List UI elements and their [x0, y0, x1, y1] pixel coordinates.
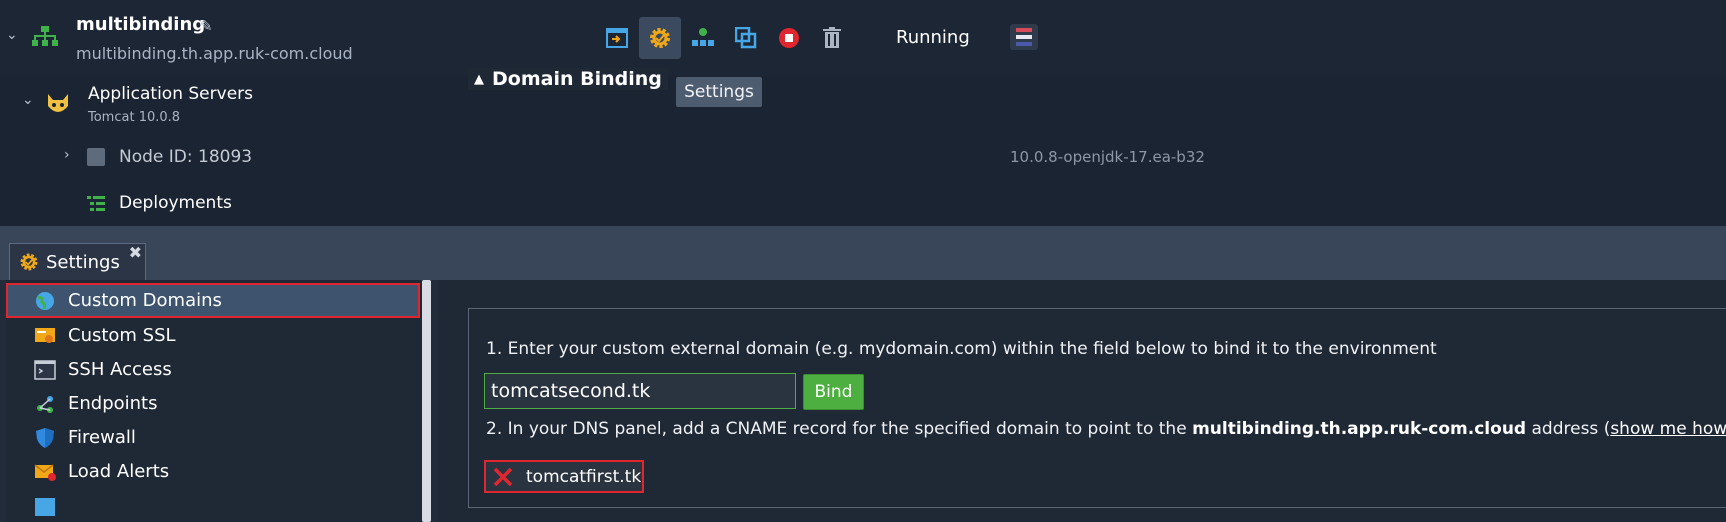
delete-button[interactable] — [811, 17, 853, 59]
collapse-triangle-icon[interactable]: ▲ — [474, 72, 484, 87]
sidebar-item-label: Firewall — [68, 427, 136, 448]
deploy-icon — [606, 28, 628, 48]
layer-name[interactable]: Application Servers — [88, 84, 253, 104]
sidebar-item-custom-domains[interactable]: Custom Domains — [6, 283, 420, 318]
domain-input[interactable] — [484, 373, 796, 409]
deployments-list-icon — [87, 196, 105, 211]
trash-icon — [823, 27, 841, 48]
domain-binding-title: Domain Binding — [492, 68, 662, 90]
chevron-down-icon[interactable]: ⌄ — [6, 27, 18, 43]
environment-toolbar — [596, 16, 854, 60]
sidebar-item-custom-ssl[interactable]: Custom SSL — [6, 318, 420, 353]
sidebar-item-label: Load Alerts — [68, 461, 170, 482]
scaling-icon — [34, 494, 56, 516]
step2-domain: multibinding.th.app.ruk-com.cloud — [1192, 419, 1527, 439]
node-id[interactable]: Node ID: 18093 — [119, 147, 252, 167]
sidebar-item-label: Custom SSL — [68, 325, 176, 346]
step1-instructions: 1. Enter your custom external domain (e.… — [486, 339, 1437, 359]
sidebar-item-partial[interactable] — [6, 488, 420, 522]
sidebar-item-ssh-access[interactable]: SSH Access — [6, 352, 420, 387]
edit-pencil-icon[interactable]: ✎ — [200, 17, 213, 35]
sidebar-scrollbar[interactable] — [422, 280, 431, 522]
sidebar-item-load-alerts[interactable]: Load Alerts — [6, 454, 420, 489]
show-me-how-link[interactable]: show me how — [1610, 419, 1726, 439]
mail-alert-icon — [34, 461, 56, 483]
close-icon[interactable]: ✖ — [129, 243, 142, 262]
globe-icon — [34, 290, 56, 312]
certificate-icon — [34, 325, 56, 347]
settings-tooltip: Settings — [676, 77, 762, 107]
environment-status: Running — [896, 27, 970, 48]
stop-icon — [779, 28, 799, 48]
chevron-right-icon[interactable]: › — [64, 147, 70, 163]
sidebar-item-label: Endpoints — [68, 393, 158, 414]
environment-name: multibinding — [76, 14, 206, 35]
clone-icon — [735, 27, 757, 49]
node-version: 10.0.8-openjdk-17.ea-b32 — [1010, 148, 1205, 166]
sidebar-item-label: SSH Access — [68, 359, 172, 380]
settings-gear-icon — [20, 253, 38, 271]
sidebar-item-endpoints[interactable]: Endpoints — [6, 386, 420, 421]
node-icon — [87, 148, 105, 166]
tab-settings-label: Settings — [46, 251, 120, 273]
deployments-item[interactable]: Deployments — [119, 193, 232, 213]
region-flag-icon[interactable] — [1010, 24, 1038, 50]
bind-button[interactable]: Bind — [803, 374, 864, 410]
topology-button[interactable] — [682, 17, 724, 59]
chevron-down-icon[interactable]: ⌄ — [22, 92, 34, 108]
bound-domain-label: tomcatfirst.tk — [526, 466, 642, 487]
environment-row[interactable]: ⌄ multibinding ✎ multibinding.th.app.ruk… — [0, 0, 1726, 76]
tab-settings[interactable]: Settings ✖ — [9, 243, 146, 280]
terminal-icon — [34, 359, 56, 381]
clone-button[interactable] — [725, 17, 767, 59]
remove-domain-icon[interactable] — [490, 464, 516, 490]
tomcat-icon — [48, 94, 68, 112]
shield-icon — [34, 427, 56, 449]
stop-button[interactable] — [768, 17, 810, 59]
step2-prefix: 2. In your DNS panel, add a CNAME record… — [486, 419, 1193, 439]
domain-binding-legend[interactable]: ▲ Domain Binding — [468, 68, 668, 90]
environment-url[interactable]: multibinding.th.app.ruk-com.cloud — [76, 44, 353, 63]
environment-topology-icon — [32, 26, 58, 46]
step2-instructions: 2. In your DNS panel, add a CNAME record… — [486, 419, 1726, 439]
topology-icon — [692, 28, 714, 46]
layer-subtitle: Tomcat 10.0.8 — [88, 110, 181, 125]
deploy-button[interactable] — [596, 17, 638, 59]
settings-sidebar: Custom Domains Custom SSL SSH Access End… — [6, 280, 428, 522]
step2-suffix: address ( — [1526, 419, 1611, 439]
sidebar-item-firewall[interactable]: Firewall — [6, 420, 420, 455]
bound-domain-tag: tomcatfirst.tk — [484, 460, 644, 493]
environment-panel: ⌄ multibinding ✎ multibinding.th.app.ruk… — [0, 0, 1726, 226]
settings-button[interactable] — [639, 17, 681, 59]
settings-gear-icon — [650, 28, 670, 48]
endpoints-icon — [34, 393, 56, 415]
sidebar-item-label: Custom Domains — [68, 290, 222, 311]
